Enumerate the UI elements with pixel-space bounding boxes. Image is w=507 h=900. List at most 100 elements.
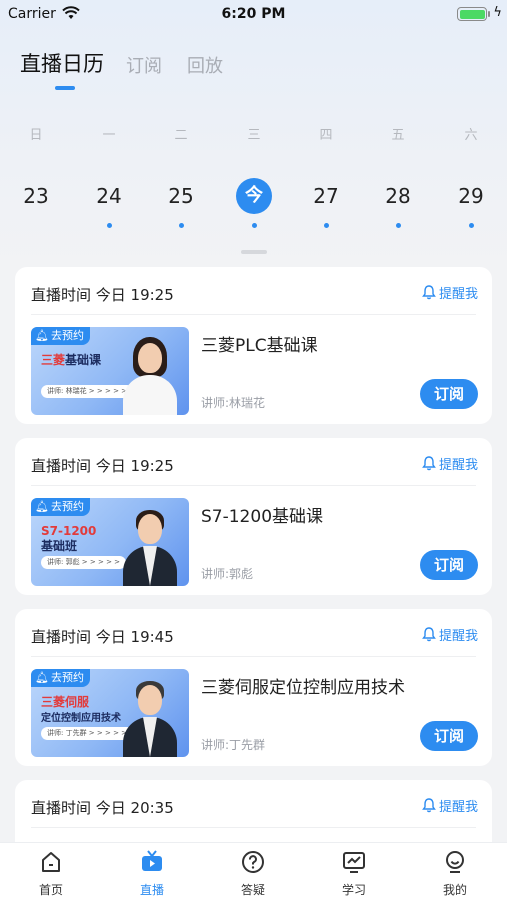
date-cell[interactable]: 25: [156, 178, 206, 228]
subscribe-button[interactable]: 订阅: [420, 721, 478, 751]
bell-icon: [422, 285, 436, 300]
course-thumbnail[interactable]: 🔔︎ 去预约 三菱伺服 定位控制应用技术 讲师: 丁先群 > > > > >: [31, 669, 189, 757]
course-thumbnail[interactable]: 🔔︎ 去预约 三菱基础课 讲师: 林瑞花 > > > > >: [31, 327, 189, 415]
event-dot: [251, 223, 257, 228]
weekday-label: 四: [319, 128, 333, 143]
weekday-label: 一: [102, 128, 116, 143]
charging-icon: ϟ: [493, 5, 502, 20]
remind-me-label: 提醒我: [438, 287, 478, 302]
nav-live-label: 直播: [139, 883, 164, 897]
live-time: 直播时间 今日 19:25: [31, 286, 174, 304]
course-thumbnail[interactable]: 🔔︎ 去预约 S7-1200 基础班 讲师: 郭彪 > > > > >: [31, 498, 189, 586]
tab-live-calendar[interactable]: 直播日历: [20, 48, 104, 78]
lecturer-photo: [121, 337, 179, 415]
thumbnail-title-rest: 基础课: [65, 353, 102, 367]
bell-icon: [422, 627, 436, 642]
tv-icon: [142, 850, 162, 871]
nav-qa-label: 答疑: [240, 883, 265, 897]
status-bar: Carrier 6:20 PM ϟ: [0, 0, 507, 28]
course-title[interactable]: 三菱伺服定位控制应用技术: [201, 673, 405, 698]
course-title[interactable]: 三菱PLC基础课: [201, 331, 318, 356]
live-time: 直播时间 今日 19:25: [31, 457, 174, 475]
subscribe-button[interactable]: 订阅: [420, 550, 478, 580]
date-number: 27: [313, 184, 339, 208]
bell-icon: 🔔︎: [35, 329, 49, 342]
bell-icon: [422, 798, 436, 813]
date-number: 25: [168, 184, 194, 208]
remind-me-label: 提醒我: [438, 458, 478, 473]
profile-icon: [446, 851, 464, 873]
nav-study-label: 学习: [341, 883, 366, 897]
live-time: 直播时间 今日 19:45: [31, 628, 174, 646]
lecturer-name: 讲师:林瑞花: [201, 396, 266, 410]
remind-me-button[interactable]: 提醒我: [422, 796, 478, 815]
nav-home[interactable]: 首页: [16, 849, 86, 898]
remind-me-label: 提醒我: [438, 629, 478, 644]
thumbnail-title-highlight: 三菱伺服: [41, 695, 90, 709]
question-icon: [242, 851, 264, 873]
calendar-drag-handle[interactable]: [241, 250, 267, 254]
battery-cap: [488, 11, 490, 17]
thumbnail-title-highlight: S7-1200: [41, 524, 97, 538]
home-icon: [42, 852, 60, 872]
thumbnail-title: 三菱伺服定位控制应用技术: [41, 695, 121, 726]
weekday-label: 三: [247, 128, 261, 143]
remind-me-button[interactable]: 提醒我: [422, 625, 478, 644]
date-cell[interactable]: 27: [301, 178, 351, 228]
date-cell[interactable]: 23: [11, 178, 61, 214]
remind-me-button[interactable]: 提醒我: [422, 283, 478, 302]
subscribe-button[interactable]: 订阅: [420, 379, 478, 409]
course-title[interactable]: S7-1200基础课: [201, 502, 323, 527]
divider: [31, 656, 476, 657]
reserve-badge-label: 去预约: [50, 500, 84, 513]
date-cell-today[interactable]: 今: [229, 178, 279, 228]
tab-replay[interactable]: 回放: [187, 52, 223, 78]
nav-qa[interactable]: 答疑: [218, 849, 288, 898]
thumbnail-lecturer: 讲师: 林瑞花 > > > > >: [41, 385, 134, 398]
thumbnail-title: S7-1200 基础班: [41, 524, 96, 554]
nav-live[interactable]: 直播: [117, 849, 187, 898]
date-number: 29: [458, 184, 484, 208]
lecturer-name: 讲师:郭彪: [201, 567, 254, 581]
date-number: 23: [23, 184, 49, 208]
remind-me-label: 提醒我: [438, 800, 478, 815]
event-dot: [395, 223, 401, 228]
remind-me-button[interactable]: 提醒我: [422, 454, 478, 473]
thumbnail-title-rest: 定位控制应用技术: [41, 713, 121, 724]
nav-home-label: 首页: [38, 883, 63, 897]
status-time: 6:20 PM: [221, 6, 286, 22]
lecturer-photo: [121, 679, 179, 757]
active-tab-indicator: [55, 86, 75, 90]
date-number: 28: [385, 184, 411, 208]
nav-study[interactable]: 学习: [319, 849, 389, 898]
event-dot: [178, 223, 184, 228]
divider: [31, 827, 476, 828]
live-card[interactable]: 直播时间 今日 19:25 提醒我 🔔︎ 去预约 S7-1200 基础班 讲师: 郭…: [15, 438, 492, 595]
tab-subscriptions[interactable]: 订阅: [126, 52, 162, 78]
date-cell[interactable]: 28: [373, 178, 423, 228]
battery-icon: [457, 7, 487, 21]
event-dot: [106, 223, 112, 228]
live-time: 直播时间 今日 20:35: [31, 799, 174, 817]
reserve-badge-label: 去预约: [50, 329, 84, 342]
event-dot: [468, 223, 474, 228]
reserve-badge-label: 去预约: [50, 671, 84, 684]
nav-profile[interactable]: 我的: [420, 849, 490, 898]
weekday-label: 日: [29, 128, 43, 143]
thumbnail-title: 三菱基础课: [41, 353, 101, 368]
weekday-label: 五: [391, 128, 405, 143]
weekday-label: 六: [464, 128, 478, 143]
live-card[interactable]: 直播时间 今日 19:25 提醒我 🔔︎ 去预约 三菱基础课 讲师: 林瑞花 > …: [15, 267, 492, 424]
nav-profile-label: 我的: [442, 883, 467, 897]
live-card[interactable]: 直播时间 今日 19:45 提醒我 🔔︎ 去预约 三菱伺服定位控制应用技术 讲师:…: [15, 609, 492, 766]
thumbnail-title-rest: 基础班: [41, 539, 78, 553]
bell-icon: [422, 456, 436, 471]
weekday-label: 二: [174, 128, 188, 143]
lecturer-name: 讲师:丁先群: [201, 738, 266, 752]
lecturer-photo: [121, 508, 179, 586]
reserve-badge: 🔔︎ 去预约: [31, 498, 90, 516]
bell-icon: 🔔︎: [35, 671, 49, 684]
study-chart-icon: [343, 852, 365, 873]
date-cell[interactable]: 29: [446, 178, 496, 228]
date-cell[interactable]: 24: [84, 178, 134, 228]
